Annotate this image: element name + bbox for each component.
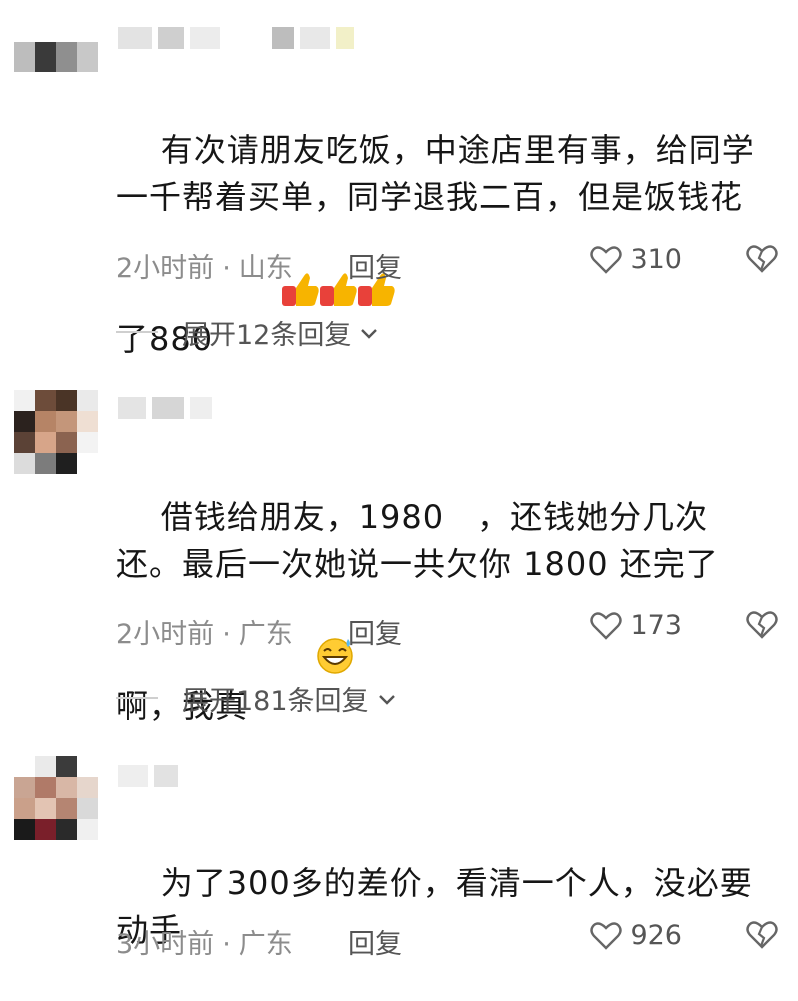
like-button[interactable]: 173 (590, 610, 682, 641)
divider (116, 331, 158, 333)
heart-icon (590, 611, 623, 640)
username-blurred[interactable] (118, 24, 354, 52)
reply-button[interactable]: 回复 (348, 922, 402, 961)
reply-button[interactable]: 回复 (348, 612, 402, 651)
avatar[interactable] (14, 42, 98, 72)
reply-button[interactable]: 回复 (348, 246, 402, 285)
expand-replies[interactable]: 展开181条回复 (116, 680, 397, 717)
location: 山东 (238, 253, 293, 284)
expand-replies[interactable]: 展开12条回复 (116, 314, 379, 351)
username-blurred[interactable] (118, 762, 178, 790)
comment-meta: 3小时前 · 广东 回复 926 (116, 920, 778, 962)
avatar[interactable] (14, 756, 98, 840)
comment-meta: 2小时前 · 广东 回复 173 (116, 610, 778, 652)
avatar[interactable] (14, 390, 98, 474)
broken-heart-icon (746, 611, 778, 639)
heart-icon (590, 921, 623, 950)
like-count: 310 (630, 244, 682, 275)
location: 广东 (238, 619, 293, 650)
timestamp: 2小时前 · 广东 (116, 619, 293, 650)
location: 广东 (238, 929, 293, 960)
timestamp: 3小时前 · 广东 (116, 929, 293, 960)
chevron-down-icon (359, 317, 379, 348)
dislike-button[interactable] (746, 920, 778, 957)
like-button[interactable]: 310 (590, 244, 682, 275)
like-button[interactable]: 926 (590, 920, 682, 951)
broken-heart-icon (746, 245, 778, 273)
like-count: 926 (630, 920, 682, 951)
username-blurred[interactable] (118, 394, 212, 422)
divider (116, 697, 158, 699)
timestamp: 2小时前 · 山东 (116, 253, 293, 284)
comment-meta: 2小时前 · 山东 回复 310 (116, 244, 778, 286)
chevron-down-icon (377, 683, 397, 714)
comment-text: 为了300多的差价，看清一个人，没必要动手 (116, 864, 753, 949)
dislike-button[interactable] (746, 610, 778, 647)
heart-icon (590, 245, 623, 274)
like-count: 173 (630, 610, 682, 641)
broken-heart-icon (746, 921, 778, 949)
dislike-button[interactable] (746, 244, 778, 281)
